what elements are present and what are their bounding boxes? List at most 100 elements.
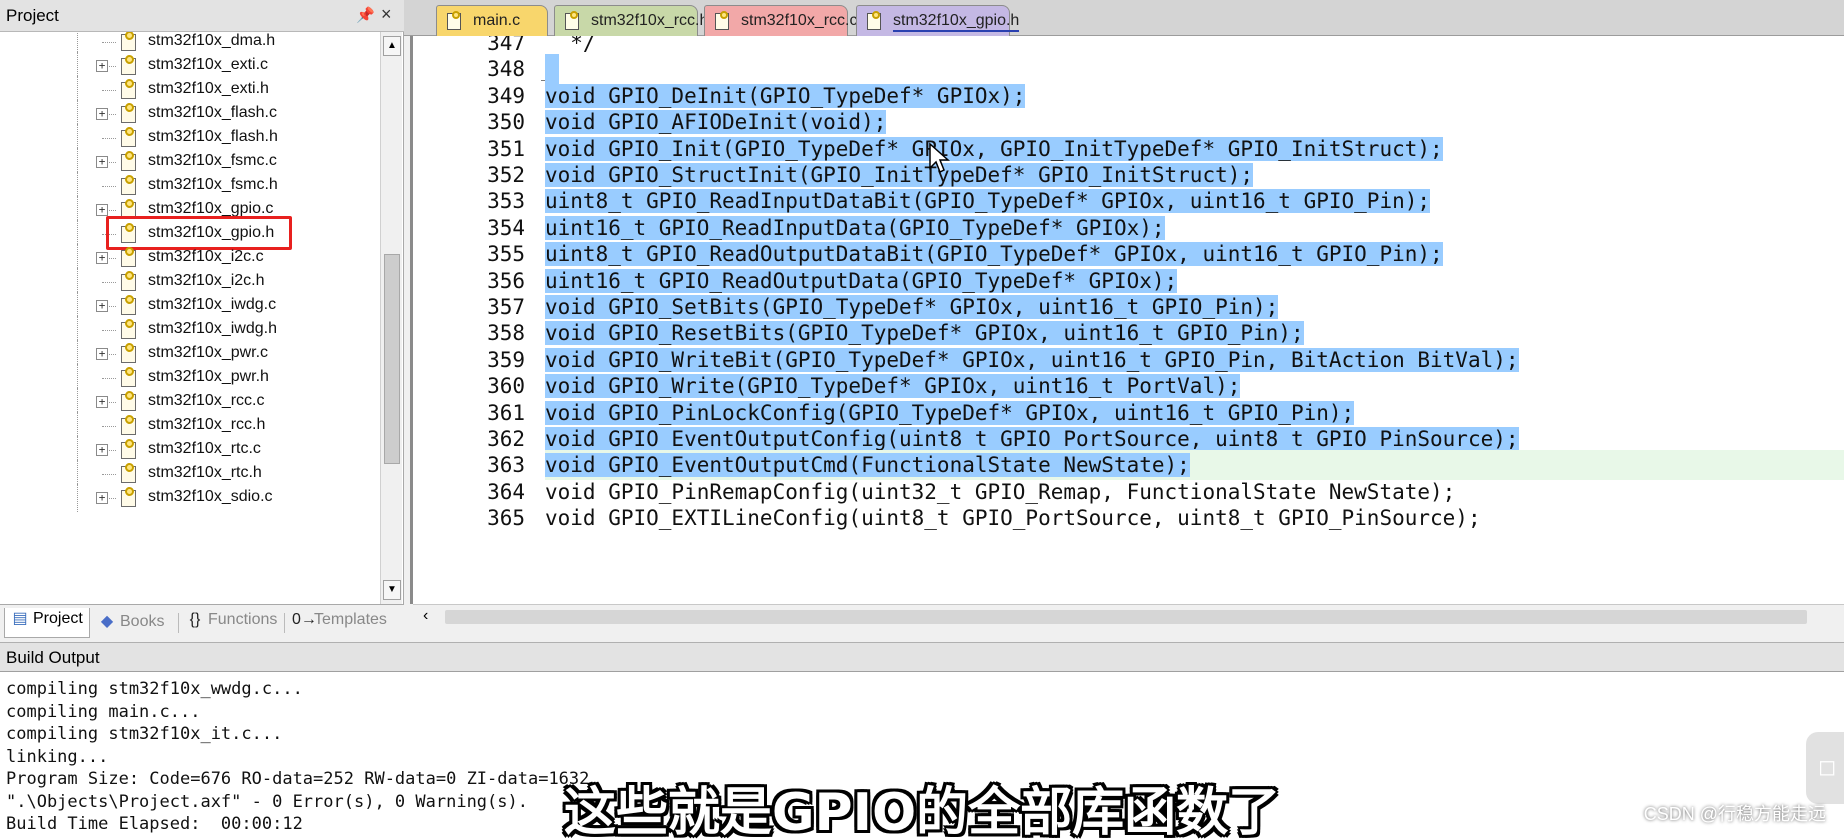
project-panel: Project 📌 × stm32f10x_dma.h + stm32f10x_ex… bbox=[0, 0, 404, 640]
expand-icon[interactable]: + bbox=[96, 108, 108, 120]
tree-scrollbar[interactable]: ▲ ▼ bbox=[380, 32, 402, 604]
tab-project-label: Project bbox=[33, 610, 83, 627]
code-line[interactable]: void GPIO_EXTILineConfig(uint8_t GPIO_Po… bbox=[545, 503, 1481, 533]
tab-separator bbox=[178, 613, 179, 633]
file-icon bbox=[120, 391, 138, 412]
editor-horizontal-scrollbar[interactable]: ‹ bbox=[413, 604, 1844, 628]
selected-code-text: void GPIO_Init(GPIO_TypeDef* GPIOx, GPIO… bbox=[545, 136, 1443, 161]
scroll-down-arrow-icon[interactable]: ▼ bbox=[383, 580, 401, 600]
video-subtitle: 这些就是GPIO的全部库函数了 bbox=[563, 783, 1281, 840]
editor-tab-label: stm32f10x_rcc.h bbox=[591, 12, 709, 29]
file-icon bbox=[120, 79, 138, 100]
selected-code-text: uint8_t GPIO_ReadOutputDataBit(GPIO_Type… bbox=[545, 242, 1443, 267]
code-text: void GPIO_EXTILineConfig(uint8_t GPIO_Po… bbox=[545, 506, 1481, 531]
tree-item-label: stm32f10x_pwr.h bbox=[148, 368, 269, 385]
selected-code-text: uint8_t GPIO_ReadInputDataBit(GPIO_TypeD… bbox=[545, 189, 1431, 214]
build-output-line: linking... bbox=[6, 746, 109, 767]
code-editor[interactable]: 347 348 349 350 351 352 353 354 355 356 357 358 359 3… bbox=[410, 36, 1844, 604]
build-output-header: Build Output bbox=[0, 642, 1844, 672]
tree-item-label: stm32f10x_pwr.c bbox=[148, 344, 269, 361]
tree-item-label: stm32f10x_flash.h bbox=[148, 128, 278, 145]
editor-tab-label: stm32f10x_gpio.h bbox=[893, 12, 1020, 32]
expand-icon[interactable]: + bbox=[96, 252, 108, 264]
tab-functions[interactable]: {} Functions bbox=[186, 611, 278, 641]
close-icon[interactable]: × bbox=[381, 4, 392, 25]
tab-functions-label: Functions bbox=[208, 611, 278, 628]
file-icon bbox=[120, 127, 138, 148]
tree-item-label: stm32f10x_dma.h bbox=[148, 32, 276, 49]
expand-icon[interactable]: + bbox=[96, 348, 108, 360]
tree-item-label: stm32f10x_fsmc.h bbox=[148, 176, 278, 193]
line-number-gutter: 347 348 349 350 351 352 353 354 355 356 357 358 359 3… bbox=[413, 36, 537, 604]
expand-icon[interactable]: + bbox=[96, 300, 108, 312]
file-icon bbox=[120, 271, 138, 292]
project-panel-title: Project bbox=[6, 6, 59, 25]
expand-icon[interactable]: + bbox=[96, 60, 108, 72]
expand-icon[interactable]: + bbox=[96, 156, 108, 168]
expand-icon[interactable]: + bbox=[96, 204, 108, 216]
tree-connector-line bbox=[102, 474, 116, 475]
tree-item-label: stm32f10x_sdio.c bbox=[148, 488, 273, 505]
file-icon bbox=[120, 367, 138, 388]
pin-icon[interactable]: 📌 bbox=[356, 6, 375, 24]
side-bubble[interactable]: ◻ bbox=[1806, 732, 1844, 804]
file-icon bbox=[120, 343, 138, 364]
code-text: void GPIO_PinRemapConfig(uint32_t GPIO_R… bbox=[545, 479, 1456, 504]
selected-code-text: void GPIO_AFIODeInit(void); bbox=[545, 110, 887, 135]
file-icon bbox=[120, 103, 138, 124]
tree-item-label: stm32f10x_i2c.h bbox=[148, 272, 265, 289]
tree-connector-line bbox=[102, 186, 116, 187]
comment-icon: ◻ bbox=[1818, 754, 1837, 779]
scroll-left-arrow-icon[interactable]: ‹ bbox=[423, 607, 428, 625]
file-icon bbox=[120, 319, 138, 340]
functions-icon: {} bbox=[189, 611, 201, 628]
file-icon bbox=[120, 295, 138, 316]
file-icon bbox=[120, 439, 138, 460]
selected-code-text: void GPIO_StructInit(GPIO_InitTypeDef* G… bbox=[545, 163, 1254, 187]
tree-connector-line bbox=[102, 138, 116, 139]
tree-connector-line bbox=[102, 282, 116, 283]
file-icon bbox=[447, 11, 463, 31]
file-icon bbox=[120, 55, 138, 76]
file-icon bbox=[120, 151, 138, 172]
file-icon bbox=[565, 11, 581, 31]
file-icon bbox=[120, 415, 138, 436]
scroll-thumb[interactable] bbox=[384, 254, 400, 464]
tree-item-label: stm32f10x_fsmc.c bbox=[148, 152, 277, 169]
books-icon: ◆ bbox=[100, 613, 114, 630]
mouse-pointer-icon bbox=[929, 142, 950, 174]
selected-code-text: void GPIO_DeInit(GPIO_TypeDef* GPIOx); bbox=[545, 83, 1026, 108]
tab-books[interactable]: ◆ Books bbox=[98, 611, 165, 641]
file-icon bbox=[715, 11, 731, 31]
code-area[interactable]: */ void GPIO_DeInit(GPIO_TypeDef* GPIOx);… bbox=[545, 36, 1844, 604]
build-output-title: Build Output bbox=[6, 648, 100, 667]
tab-books-label: Books bbox=[120, 613, 165, 630]
tab-templates[interactable]: 0→Templates bbox=[292, 611, 387, 641]
tab-separator bbox=[284, 613, 285, 633]
tree-item-label: stm32f10x_rtc.h bbox=[148, 464, 262, 481]
tree-item-label: stm32f10x_rtc.c bbox=[148, 440, 261, 457]
editor-tab-bar: main.c stm32f10x_rcc.h stm32f10x_rcc.c stm3… bbox=[404, 0, 1844, 36]
editor-tab[interactable]: stm32f10x_rcc.h bbox=[554, 5, 708, 36]
code-text: */ bbox=[545, 36, 596, 55]
expand-icon[interactable]: + bbox=[96, 492, 108, 504]
selected-code-text: void GPIO_Write(GPIO_TypeDef* GPIOx, uin… bbox=[545, 374, 1241, 399]
build-output-line: compiling main.c... bbox=[6, 701, 201, 722]
expand-icon[interactable]: + bbox=[96, 396, 108, 408]
editor-tab-label: main.c bbox=[473, 12, 521, 29]
editor-tab[interactable]: stm32f10x_gpio.h bbox=[856, 5, 1020, 36]
project-icon: ▤ bbox=[12, 610, 28, 627]
project-panel-tabs: ▤ Project ◆ Books {} Functions 0→Templates bbox=[0, 604, 404, 640]
tree-connector-line bbox=[102, 378, 116, 379]
editor-tab[interactable]: stm32f10x_rcc.c bbox=[704, 5, 857, 36]
file-icon bbox=[120, 32, 138, 52]
scroll-up-arrow-icon[interactable]: ▲ bbox=[383, 36, 401, 56]
tree-item[interactable]: + stm32f10x_sdio.c bbox=[0, 484, 380, 512]
tree-connector-line bbox=[102, 426, 116, 427]
editor-tab[interactable]: main.c bbox=[436, 5, 548, 36]
horizontal-scroll-thumb[interactable] bbox=[445, 610, 1807, 624]
expand-icon[interactable]: + bbox=[96, 444, 108, 456]
tab-project[interactable]: ▤ Project bbox=[4, 608, 90, 638]
tree-item-label: stm32f10x_iwdg.c bbox=[148, 296, 277, 313]
tree-item-label: stm32f10x_rcc.h bbox=[148, 416, 266, 433]
